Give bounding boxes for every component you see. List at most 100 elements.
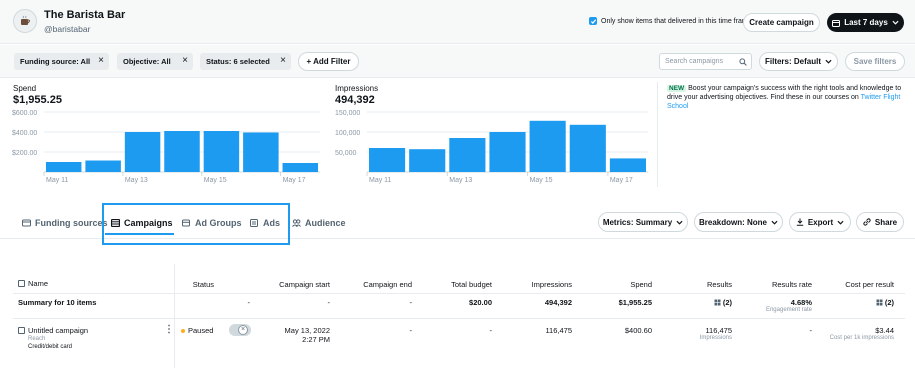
- checkbox-checked-icon: [589, 17, 597, 25]
- bar[interactable]: [489, 132, 526, 172]
- column-campaign-end[interactable]: Campaign end: [340, 280, 412, 289]
- bar[interactable]: [243, 132, 279, 173]
- filter-chip-label: Objective: All: [123, 57, 171, 66]
- bar[interactable]: [449, 138, 486, 172]
- summary-cpr: (2): [820, 298, 894, 307]
- bar[interactable]: [282, 163, 319, 172]
- x-tick-label: May 11: [46, 177, 69, 184]
- summary-spend: $1,955.25: [618, 298, 652, 307]
- create-campaign-button[interactable]: Create campaign: [743, 13, 820, 32]
- chevron-down-icon: [676, 220, 683, 225]
- filter-chip-objective[interactable]: Objective: All ×: [117, 53, 193, 70]
- row-results: 116,475: [705, 326, 732, 335]
- chevron-down-icon: [892, 20, 899, 25]
- card-icon: [22, 219, 31, 227]
- column-impressions[interactable]: Impressions: [500, 280, 572, 289]
- column-results-rate[interactable]: Results rate: [740, 280, 812, 289]
- column-spend[interactable]: Spend: [580, 280, 652, 289]
- bar[interactable]: [609, 158, 646, 172]
- bar[interactable]: [409, 149, 446, 172]
- x-tick-label: May 13: [125, 177, 148, 184]
- x-tick-label: May 17: [610, 177, 633, 184]
- status-cell: Paused: [181, 326, 213, 335]
- account-avatar[interactable]: [13, 9, 37, 33]
- select-all-checkbox[interactable]: [18, 280, 25, 287]
- account-handle: @baristabar: [44, 24, 91, 34]
- breakdown-label: Breakdown: None: [698, 217, 767, 227]
- bar[interactable]: [45, 162, 82, 172]
- row-cpr: $3.44: [875, 326, 894, 335]
- chevron-down-icon: [825, 59, 832, 64]
- bar[interactable]: [203, 131, 240, 172]
- summary-impressions: 494,392: [544, 298, 572, 307]
- summary-results-value: (2): [722, 298, 732, 307]
- summary-cpr-value: (2): [884, 298, 894, 307]
- campaign-objective: Reach: [28, 336, 46, 342]
- column-cost-per-result[interactable]: Cost per result: [820, 280, 894, 289]
- grid-icon: [876, 299, 883, 306]
- campaign-name-link[interactable]: Untitled campaign: [28, 326, 88, 335]
- breakdown-dropdown[interactable]: Breakdown: None: [694, 212, 783, 232]
- y-tick-label: 100,000: [335, 130, 360, 137]
- row-checkbox[interactable]: [18, 327, 25, 334]
- spend-total: $1,955.25: [13, 94, 62, 106]
- y-tick-label: 50,000: [335, 150, 357, 157]
- impressions-total: 494,392: [335, 94, 375, 106]
- column-campaign-start[interactable]: Campaign start: [250, 280, 330, 289]
- impressions-chart-title: Impressions: [335, 84, 379, 93]
- funding-source-link[interactable]: Credit/debit card: [28, 344, 72, 350]
- bar[interactable]: [164, 131, 200, 172]
- filters-default-label: Filters: Default: [764, 57, 821, 66]
- column-label: Name: [28, 279, 49, 288]
- row-rate: -: [809, 326, 813, 335]
- tab-funding-sources[interactable]: Funding sources: [22, 218, 108, 228]
- search-input[interactable]: Search campaigns: [659, 53, 752, 70]
- table-summary-divider: [13, 318, 905, 319]
- column-status[interactable]: Status: [180, 280, 214, 289]
- summary-start: -: [327, 298, 331, 307]
- row-spend: $400.60: [624, 326, 652, 335]
- new-badge: NEW: [667, 85, 687, 92]
- chevron-down-icon: [771, 220, 778, 225]
- close-icon[interactable]: ×: [98, 55, 104, 66]
- summary-status: -: [247, 298, 251, 307]
- bar[interactable]: [529, 120, 566, 172]
- more-options-icon[interactable]: ⋮: [164, 324, 174, 335]
- row-start-date: May 13, 2022: [284, 326, 330, 335]
- date-range-label: Last 7 days: [844, 18, 888, 27]
- x-tick-label: May 15: [204, 177, 227, 184]
- campaign-toggle[interactable]: ×: [229, 324, 251, 336]
- summary-end: -: [409, 298, 413, 307]
- row-end: -: [409, 326, 413, 335]
- y-tick-label: $200.00: [12, 150, 37, 157]
- bar[interactable]: [569, 124, 606, 172]
- share-button[interactable]: Share: [856, 212, 904, 232]
- x-tick-label: May 13: [449, 177, 472, 184]
- close-icon[interactable]: ×: [182, 55, 188, 66]
- column-results[interactable]: Results: [660, 280, 732, 289]
- add-filter-button[interactable]: + Add Filter: [298, 52, 359, 71]
- export-button[interactable]: Export: [789, 212, 851, 232]
- summary-budget: $20.00: [469, 298, 492, 307]
- search-placeholder: Search campaigns: [665, 58, 723, 65]
- tab-audience[interactable]: Audience: [292, 218, 346, 228]
- delivered-only-checkbox[interactable]: Only show items that delivered in this t…: [589, 17, 752, 25]
- filter-chip-status[interactable]: Status: 6 selected ×: [200, 53, 291, 70]
- filters-default-button[interactable]: Filters: Default: [759, 52, 838, 71]
- date-range-button[interactable]: Last 7 days: [827, 13, 904, 32]
- close-icon[interactable]: ×: [280, 55, 286, 66]
- bar[interactable]: [85, 160, 121, 173]
- summary-label: Summary for 10 items: [18, 298, 97, 307]
- bar[interactable]: [124, 132, 161, 172]
- summary-rate-sub: Engagement rate: [765, 307, 812, 313]
- column-total-budget[interactable]: Total budget: [420, 280, 492, 289]
- y-tick-label: $400.00: [12, 130, 37, 137]
- save-filters-button[interactable]: Save filters: [845, 52, 905, 71]
- export-label: Export: [807, 217, 834, 227]
- metrics-dropdown[interactable]: Metrics: Summary: [598, 212, 688, 232]
- calendar-icon: [832, 19, 841, 27]
- filter-chip-funding[interactable]: Funding source: All ×: [14, 53, 109, 70]
- bar[interactable]: [369, 148, 406, 172]
- row-impressions: 116,475: [545, 326, 572, 335]
- column-name[interactable]: Name: [18, 279, 48, 288]
